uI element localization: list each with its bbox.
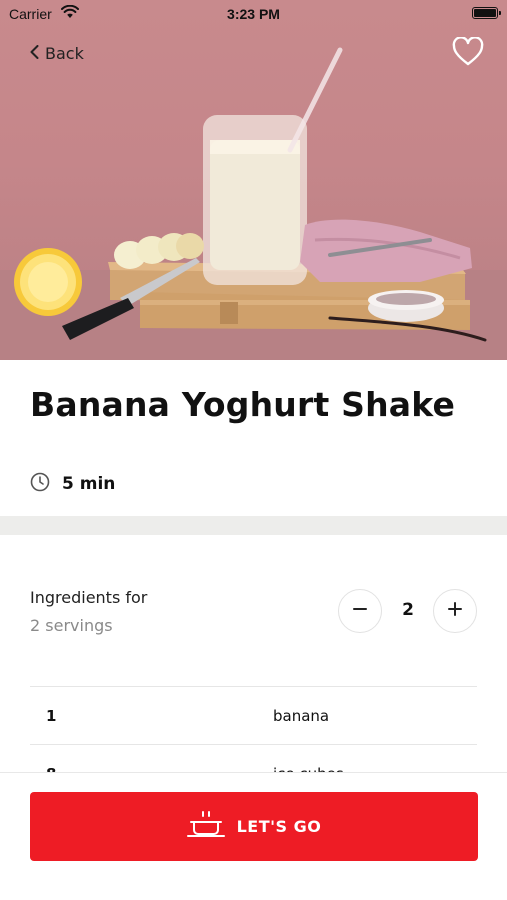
plus-icon: [447, 601, 463, 621]
table-row: 1 banana: [30, 686, 477, 744]
status-bar: Carrier 3:23 PM: [0, 0, 507, 28]
battery-icon: [472, 7, 501, 19]
increase-servings-button[interactable]: [433, 589, 477, 633]
lets-go-label: LET'S GO: [236, 817, 322, 836]
ingredients-label: Ingredients for: [30, 588, 148, 607]
prep-time: 5 min: [30, 472, 115, 496]
back-label: Back: [45, 43, 84, 63]
prep-time-value: 5 min: [62, 474, 116, 494]
servings-count: 2: [402, 600, 414, 620]
back-button[interactable]: Back: [30, 42, 84, 64]
clock-icon: [30, 472, 50, 496]
status-time: 3:23 PM: [227, 6, 280, 22]
cooking-pan-icon: [186, 810, 225, 844]
recipe-title: Banana Yoghurt Shake: [30, 385, 456, 424]
decrease-servings-button[interactable]: [338, 589, 382, 633]
chevron-left-icon: [30, 44, 39, 63]
heart-icon: [452, 36, 484, 71]
ingredient-quantity: 1: [46, 707, 57, 725]
servings-text: 2 servings: [30, 616, 113, 635]
ingredient-name: banana: [273, 707, 330, 725]
lets-go-button[interactable]: LET'S GO: [30, 792, 478, 861]
section-divider: [0, 516, 507, 535]
favorite-button[interactable]: [452, 36, 484, 67]
minus-icon: [352, 601, 368, 621]
